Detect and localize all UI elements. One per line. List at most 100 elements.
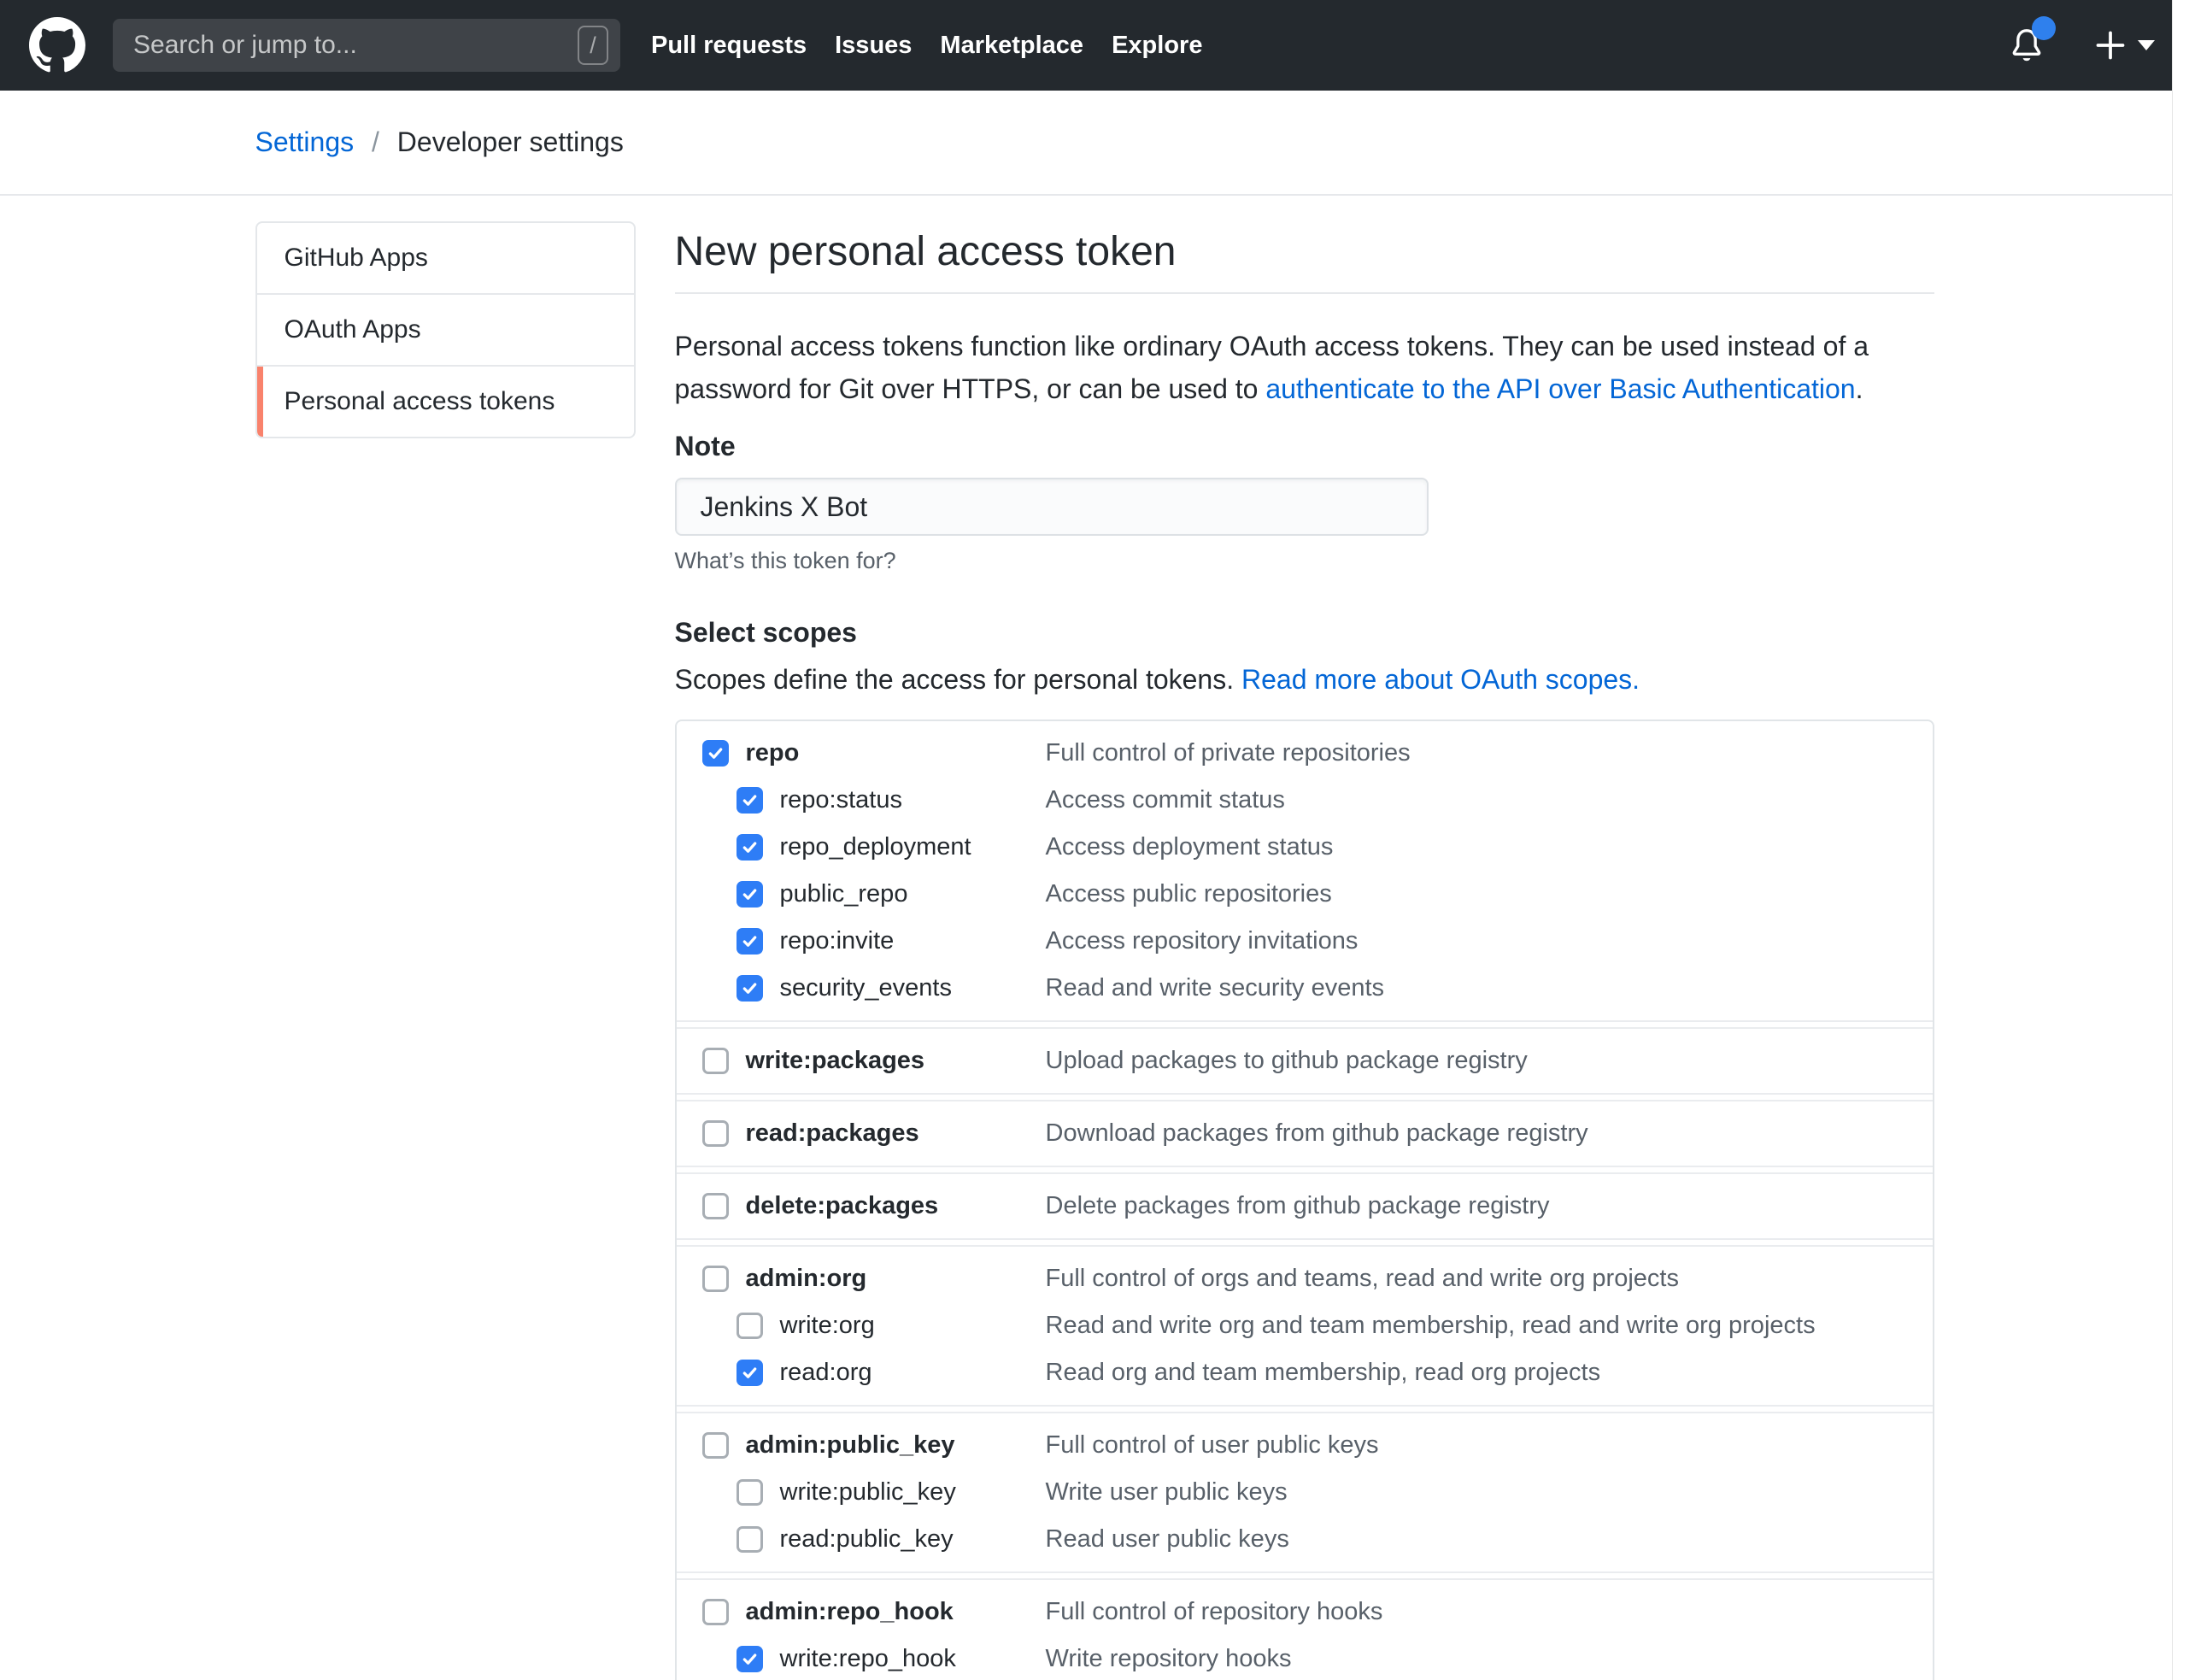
- github-mark-icon: [29, 17, 85, 73]
- scope-name-cell: admin:repo_hook: [702, 1598, 1046, 1626]
- scope-name-label[interactable]: repo:status: [780, 786, 902, 814]
- scope-name-label[interactable]: admin:public_key: [746, 1431, 955, 1460]
- header-actions: [2008, 25, 2158, 66]
- checkbox-read-packages[interactable]: [702, 1120, 729, 1147]
- scope-row-public-repo: public_repoAccess public repositories: [677, 871, 1933, 918]
- checkbox-write-org[interactable]: [737, 1313, 763, 1339]
- checkbox-repo-status[interactable]: [737, 787, 763, 814]
- breadcrumb-current: Developer settings: [397, 126, 624, 157]
- scope-name-label[interactable]: write:repo_hook: [780, 1645, 956, 1673]
- breadcrumb: Settings / Developer settings: [255, 91, 1934, 194]
- scope-row-write-org: write:org Read and write org and team mem…: [677, 1302, 1933, 1349]
- page-title: New personal access token: [675, 221, 1934, 294]
- scope-description: Full control of user public keys: [1046, 1431, 1933, 1460]
- scrollbar-gutter[interactable]: [2172, 0, 2189, 1680]
- scope-description: Read user public keys: [1046, 1525, 1933, 1554]
- main-panel: New personal access token Personal acces…: [675, 221, 1934, 1680]
- oauth-scopes-link[interactable]: Read more about OAuth scopes.: [1241, 664, 1640, 695]
- checkmark-icon: [741, 885, 759, 903]
- nav-item-pull-requests[interactable]: Pull requests: [651, 32, 807, 60]
- scope-name-label[interactable]: repo_deployment: [780, 833, 971, 861]
- scope-name-cell: admin:org: [702, 1265, 1046, 1293]
- checkbox-read-public-key[interactable]: [737, 1526, 763, 1553]
- scope-group-admin-repo-hook: admin:repo_hookFull control of repositor…: [677, 1578, 1933, 1680]
- scope-name-cell: read:packages: [702, 1119, 1046, 1148]
- note-help-text: What’s this token for?: [675, 548, 1934, 574]
- scopes-description: Scopes define the access for personal to…: [675, 664, 1934, 696]
- unread-indicator: [2032, 16, 2056, 40]
- scope-name-label[interactable]: write:packages: [746, 1047, 925, 1075]
- checkbox-public-repo[interactable]: [737, 881, 763, 908]
- notifications-button[interactable]: [2008, 25, 2045, 66]
- scope-name-label[interactable]: read:org: [780, 1359, 872, 1387]
- checkbox-repo-invite[interactable]: [737, 928, 763, 955]
- scope-name-label[interactable]: admin:repo_hook: [746, 1598, 954, 1626]
- scope-name-cell: public_repo: [702, 880, 1046, 908]
- breadcrumb-settings-link[interactable]: Settings: [255, 126, 355, 157]
- checkmark-icon: [741, 838, 759, 856]
- scope-row-read-public-key: read:public_key Read user public keys: [677, 1516, 1933, 1563]
- scope-description: Delete packages from github package regi…: [1046, 1192, 1933, 1220]
- scope-row-write-packages: write:packagesUpload packages to github …: [677, 1037, 1933, 1084]
- sidebar-item-oauth-apps[interactable]: OAuth Apps: [257, 293, 634, 365]
- sidebar-item-personal-access-tokens[interactable]: Personal access tokens: [257, 365, 634, 437]
- scope-name-label[interactable]: repo:invite: [780, 927, 895, 955]
- checkmark-icon: [741, 1650, 759, 1668]
- scope-name-label[interactable]: read:packages: [746, 1119, 919, 1148]
- create-new-button[interactable]: [2093, 28, 2155, 62]
- scope-name-label[interactable]: read:public_key: [780, 1525, 954, 1554]
- scope-row-admin-org: admin:org Full control of orgs and teams,…: [677, 1255, 1933, 1302]
- checkbox-write-public-key[interactable]: [737, 1479, 763, 1506]
- scope-name-label[interactable]: admin:org: [746, 1265, 867, 1293]
- scope-row-repo-deployment: repo_deployment Access deployment status: [677, 824, 1933, 871]
- breadcrumb-separator: /: [372, 126, 379, 157]
- scope-description: Download packages from github package re…: [1046, 1119, 1933, 1148]
- scope-group-delete-packages: delete:packages Delete packages from gith…: [677, 1172, 1933, 1240]
- breadcrumb-bar: Settings / Developer settings: [0, 91, 2189, 196]
- scope-row-write-public-key: write:public_key Write user public keys: [677, 1469, 1933, 1516]
- scope-description: Read and write org and team membership, …: [1046, 1312, 1933, 1340]
- scope-row-delete-packages: delete:packages Delete packages from gith…: [677, 1183, 1933, 1230]
- plus-icon: [2093, 28, 2127, 62]
- checkbox-repo[interactable]: [702, 740, 729, 767]
- sidebar-item-github-apps[interactable]: GitHub Apps: [257, 223, 634, 293]
- basic-auth-link[interactable]: authenticate to the API over Basic Authe…: [1265, 373, 1855, 404]
- scope-description: Access deployment status: [1046, 833, 1933, 861]
- scope-name-label[interactable]: delete:packages: [746, 1192, 939, 1220]
- scope-description: Full control of private repositories: [1046, 739, 1933, 767]
- nav-item-issues[interactable]: Issues: [835, 32, 912, 60]
- nav-item-marketplace[interactable]: Marketplace: [940, 32, 1083, 60]
- note-input[interactable]: [675, 478, 1429, 536]
- checkbox-write-packages[interactable]: [702, 1048, 729, 1074]
- scope-row-security-events: security_events Read and write security e…: [677, 965, 1933, 1012]
- scope-name-label[interactable]: public_repo: [780, 880, 908, 908]
- scope-description: Read and write security events: [1046, 974, 1933, 1002]
- scope-name-cell: write:repo_hook: [702, 1645, 1046, 1673]
- scope-row-read-org: read:orgRead org and team membership, re…: [677, 1349, 1933, 1396]
- scope-name-cell: repo: [702, 739, 1046, 767]
- scope-name-cell: repo_deployment: [702, 833, 1046, 861]
- checkbox-admin-org[interactable]: [702, 1266, 729, 1292]
- scope-name-label[interactable]: security_events: [780, 974, 953, 1002]
- github-logo[interactable]: [29, 17, 85, 73]
- checkbox-delete-packages[interactable]: [702, 1193, 729, 1219]
- select-scopes-heading: Select scopes: [675, 617, 1934, 649]
- scope-name-label[interactable]: write:public_key: [780, 1478, 956, 1507]
- scope-description: Write repository hooks: [1046, 1645, 1933, 1673]
- scope-name-label[interactable]: write:org: [780, 1312, 875, 1340]
- search-input[interactable]: [133, 31, 578, 60]
- checkbox-admin-public-key[interactable]: [702, 1432, 729, 1459]
- scope-name-cell: write:packages: [702, 1047, 1046, 1075]
- checkmark-icon: [741, 1364, 759, 1382]
- scope-row-read-packages: read:packages Download packages from gith…: [677, 1110, 1933, 1157]
- checkbox-admin-repo-hook[interactable]: [702, 1599, 729, 1625]
- scope-description: Full control of orgs and teams, read and…: [1046, 1265, 1933, 1293]
- scope-description: Write user public keys: [1046, 1478, 1933, 1507]
- checkbox-write-repo-hook[interactable]: [737, 1646, 763, 1672]
- scope-name-cell: repo:status: [702, 786, 1046, 814]
- scope-name-label[interactable]: repo: [746, 739, 800, 767]
- checkbox-security-events[interactable]: [737, 975, 763, 1002]
- checkbox-repo-deployment[interactable]: [737, 834, 763, 861]
- checkbox-read-org[interactable]: [737, 1360, 763, 1386]
- nav-item-explore[interactable]: Explore: [1112, 32, 1202, 60]
